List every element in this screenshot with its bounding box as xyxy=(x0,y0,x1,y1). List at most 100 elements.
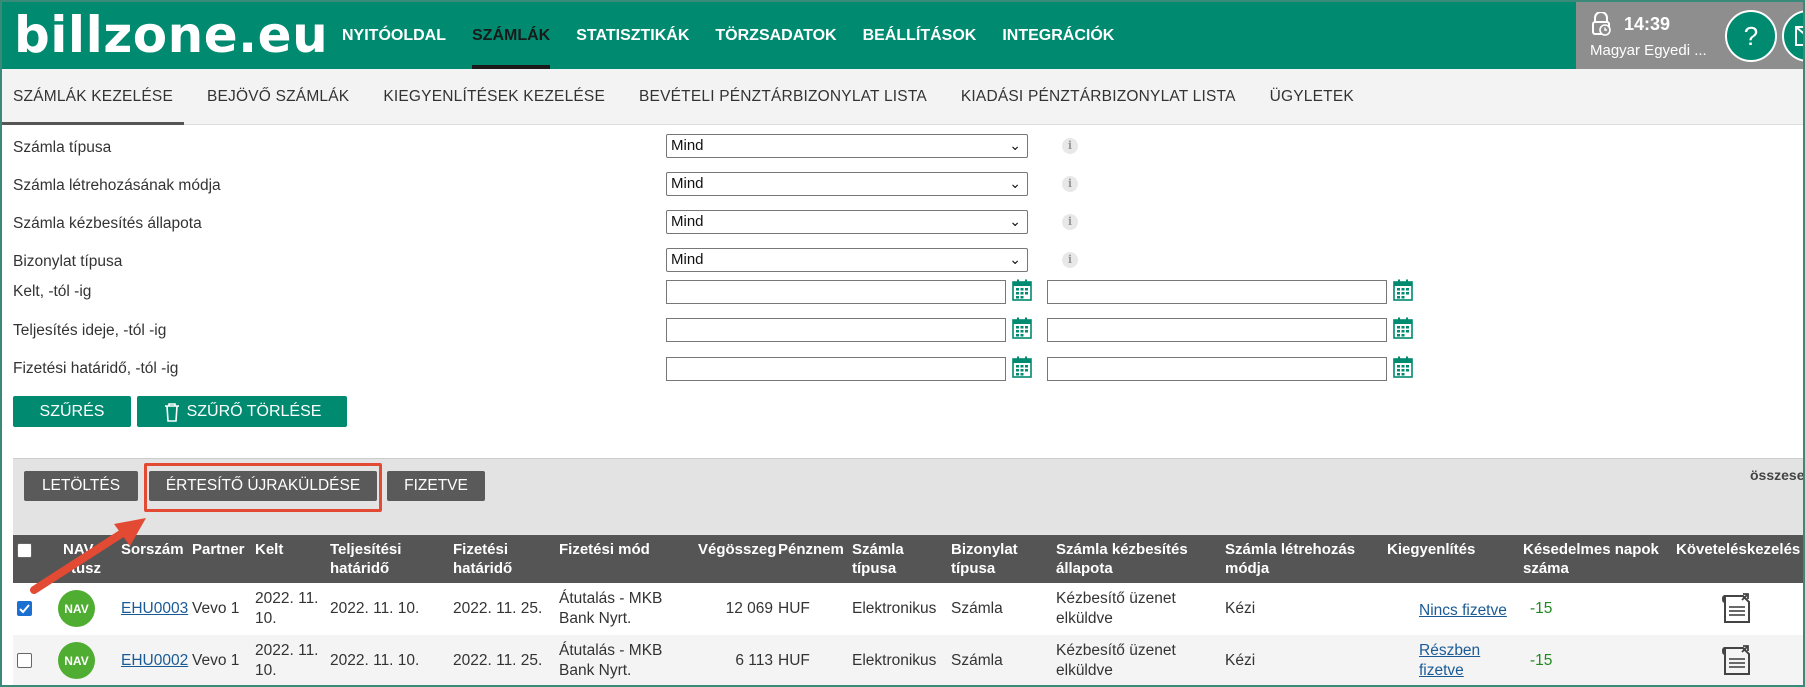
col-payment-due[interactable]: Fizetési határidő xyxy=(453,540,512,578)
col-currency[interactable]: Pénznem xyxy=(778,540,844,559)
nav-item-home[interactable]: NYITÓOLDAL xyxy=(342,2,446,69)
row-checkbox[interactable] xyxy=(17,653,32,668)
top-bar: billzone.eu NYITÓOLDAL SZÁMLÁK STATISZTI… xyxy=(2,2,1803,69)
col-invoice-type-line1: Számla xyxy=(852,541,904,558)
col-issue-date[interactable]: Kelt xyxy=(255,540,283,559)
subnav-settlements[interactable]: KIEGYENLÍTÉSEK KEZELÉSE xyxy=(372,69,616,125)
col-delivery-status-line2: állapota xyxy=(1056,560,1113,577)
settlement-link[interactable]: Részben fizetve xyxy=(1419,641,1480,681)
filter-label-invoice-type: Számla típusa xyxy=(13,139,112,156)
row-checkbox[interactable] xyxy=(17,601,32,616)
payment-method-line2: Bank Nyrt. xyxy=(559,610,632,627)
debt-collection-document-icon[interactable] xyxy=(1721,591,1753,625)
calendar-icon[interactable] xyxy=(1012,356,1032,378)
calendar-icon[interactable] xyxy=(1393,356,1413,378)
delivery-status-line1: Kézbesítő üzenet xyxy=(1056,642,1176,659)
issue-date-line1: 2022. 11. xyxy=(255,642,319,659)
info-icon[interactable]: i xyxy=(1062,138,1078,154)
checkmark-icon xyxy=(19,604,30,614)
settlement-link[interactable]: Nincs fizetve xyxy=(1419,601,1507,621)
issue-date-from-input[interactable] xyxy=(666,280,1006,304)
annotation-arrow xyxy=(30,518,146,594)
debt-collection-document-icon[interactable] xyxy=(1721,643,1753,677)
invoice-number-link[interactable]: EHU0002 xyxy=(121,651,188,671)
col-settlement[interactable]: Kiegyenlítés xyxy=(1387,540,1475,559)
filter-button[interactable]: SZŰRÉS xyxy=(13,396,131,427)
col-creation-mode-line1: Számla létrehozás xyxy=(1225,541,1356,558)
subnav-income-cash-receipts[interactable]: BEVÉTELI PÉNZTÁRBIZONYLAT LISTA xyxy=(628,69,938,125)
nav-status-badge[interactable]: NAV xyxy=(58,642,95,679)
col-payment-method[interactable]: Fizetési mód xyxy=(559,540,650,559)
calendar-icon[interactable] xyxy=(1393,317,1413,339)
payment-due-from-input[interactable] xyxy=(666,357,1006,381)
payment-due-cell: 2022. 11. 25. xyxy=(453,600,543,617)
partner-cell: Vevo 1 xyxy=(192,652,240,669)
payment-method-line1: Átutalás - MKB xyxy=(559,590,663,607)
chevron-down-icon: ⌄ xyxy=(1009,137,1021,153)
delivery-status-line2: elküldve xyxy=(1056,662,1113,679)
subnav-expense-cash-receipts[interactable]: KIADÁSI PÉNZTÁRBIZONYLAT LISTA xyxy=(950,69,1247,125)
col-document-type-line1: Bizonylat xyxy=(951,541,1018,558)
calendar-icon[interactable] xyxy=(1012,279,1032,301)
download-button[interactable]: LETÖLTÉS xyxy=(24,471,138,501)
payment-due-to-input[interactable] xyxy=(1047,357,1387,381)
payment-method-line1: Átutalás - MKB xyxy=(559,642,663,659)
subnav-invoice-management[interactable]: SZÁMLÁK KEZELÉSE xyxy=(2,69,184,125)
filter-label-fulfillment-date: Teljesítés ideje, -tól -ig xyxy=(13,322,167,339)
invoice-type-cell: Elektronikus xyxy=(852,600,937,617)
issue-date-line2: 10. xyxy=(255,610,277,627)
col-total[interactable]: Végösszeg xyxy=(698,540,776,559)
col-creation-mode[interactable]: Számla létrehozás módja xyxy=(1225,540,1355,578)
col-fulfillment[interactable]: Teljesítési határidő xyxy=(330,540,401,578)
session-time: 14:39 xyxy=(1624,14,1671,34)
nav-item-invoices[interactable]: SZÁMLÁK xyxy=(472,2,551,69)
mark-paid-button[interactable]: FIZETVE xyxy=(387,471,485,501)
calendar-icon[interactable] xyxy=(1012,317,1032,339)
sub-nav: SZÁMLÁK KEZELÉSE BEJÖVŐ SZÁMLÁK KIEGYENL… xyxy=(2,69,1803,125)
delivery-status-select[interactable]: Mind ⌄ xyxy=(666,210,1028,234)
clear-filter-button[interactable]: SZŰRŐ TÖRLÉSE xyxy=(137,396,347,427)
currency-cell: HUF xyxy=(778,652,810,669)
invoice-type-select[interactable]: Mind ⌄ xyxy=(666,134,1028,158)
delivery-status-value: Mind xyxy=(671,213,704,230)
col-delivery-status-line1: Számla kézbesítés xyxy=(1056,541,1188,558)
document-type-value: Mind xyxy=(671,251,704,268)
col-partner[interactable]: Partner xyxy=(192,540,245,559)
document-type-select[interactable]: Mind ⌄ xyxy=(666,248,1028,272)
table-row[interactable]: NAV EHU0002 Vevo 1 2022. 11. 10. 2022. 11… xyxy=(13,635,1803,685)
col-debt-collection[interactable]: Követeléskezelés xyxy=(1676,540,1800,559)
payment-method-line2: Bank Nyrt. xyxy=(559,662,632,679)
billzone-logo[interactable]: billzone.eu xyxy=(14,8,328,62)
fulfillment-date-from-input[interactable] xyxy=(666,318,1006,342)
fulfillment-date-to-input[interactable] xyxy=(1047,318,1387,342)
table-row[interactable]: NAV EHU0003 Vevo 1 2022. 11. 10. 2022. 11… xyxy=(13,583,1803,635)
highlight-box xyxy=(144,463,382,512)
info-icon[interactable]: i xyxy=(1062,252,1078,268)
info-icon[interactable]: i xyxy=(1062,214,1078,230)
subnav-incoming-invoices[interactable]: BEJÖVŐ SZÁMLÁK xyxy=(196,69,360,125)
issue-date-to-input[interactable] xyxy=(1047,280,1387,304)
col-invoice-type[interactable]: Számla típusa xyxy=(852,540,904,578)
calendar-icon[interactable] xyxy=(1393,279,1413,301)
settlement-line2: fizetve xyxy=(1419,662,1464,679)
trash-icon xyxy=(164,402,179,422)
nav-item-settings[interactable]: BEÁLLÍTÁSOK xyxy=(863,2,977,69)
user-name: Magyar Egyedi ... xyxy=(1590,42,1707,59)
info-icon[interactable]: i xyxy=(1062,176,1078,192)
col-fulfillment-line2: határidő xyxy=(330,560,390,577)
col-document-type[interactable]: Bizonylat típusa xyxy=(951,540,1018,578)
col-overdue-days[interactable]: Késedelmes napok száma xyxy=(1523,540,1659,578)
nav-item-master-data[interactable]: TÖRZSADATOK xyxy=(715,2,836,69)
invoice-number-link[interactable]: EHU0003 xyxy=(121,599,188,619)
creation-mode-cell: Kézi xyxy=(1225,600,1256,617)
col-delivery-status[interactable]: Számla kézbesítés állapota xyxy=(1056,540,1188,578)
nav-item-statistics[interactable]: STATISZTIKÁK xyxy=(576,2,689,69)
session-lock-clock-icon xyxy=(1592,12,1611,36)
help-button[interactable]: ? xyxy=(1725,10,1777,62)
filter-label-payment-due: Fizetési határidő, -tól -ig xyxy=(13,360,179,377)
filter-label-issue-date: Kelt, -tól -ig xyxy=(13,283,92,300)
creation-mode-select[interactable]: Mind ⌄ xyxy=(666,172,1028,196)
nav-item-integrations[interactable]: INTEGRÁCIÓK xyxy=(1002,2,1114,69)
subnav-transactions[interactable]: ÜGYLETEK xyxy=(1259,69,1365,125)
overdue-days-cell: -15 xyxy=(1530,652,1553,669)
